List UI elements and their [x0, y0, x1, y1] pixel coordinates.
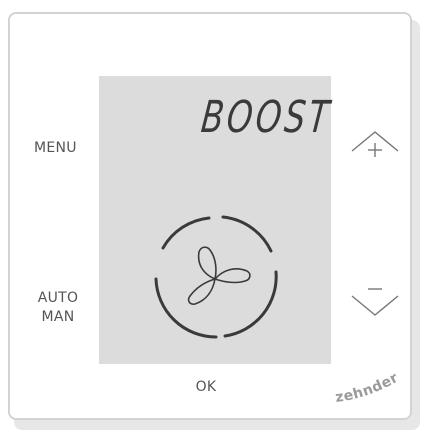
fan-indicator	[154, 215, 278, 339]
fan-blade-top	[197, 246, 217, 280]
auto-label: AUTO	[37, 290, 79, 306]
fan-ring-segment-4	[223, 270, 278, 338]
logo-arc-text: zehnder	[334, 370, 401, 406]
increase-button[interactable]	[350, 126, 400, 166]
fan-icon	[187, 246, 251, 305]
man-label: MAN	[41, 309, 75, 325]
fan-blade-left	[187, 278, 216, 305]
decrease-button[interactable]	[350, 282, 400, 322]
logo-text: zehnder	[334, 370, 400, 406]
fan-ring-segment-1	[154, 277, 218, 339]
fan-blade-right	[214, 268, 251, 284]
svg-text:zehnder: zehnder	[334, 370, 401, 406]
plus-chevron-up-icon	[351, 131, 399, 157]
fan-ring-segment-3	[221, 215, 273, 253]
minus-chevron-down-icon	[351, 288, 399, 316]
auto-man-button[interactable]: AUTO MAN	[33, 289, 83, 327]
ok-button[interactable]: OK	[186, 378, 226, 397]
lcd-display: BOOST	[99, 76, 334, 364]
fan-ring-segment-2	[161, 216, 211, 250]
menu-button[interactable]: MENU	[34, 139, 84, 158]
